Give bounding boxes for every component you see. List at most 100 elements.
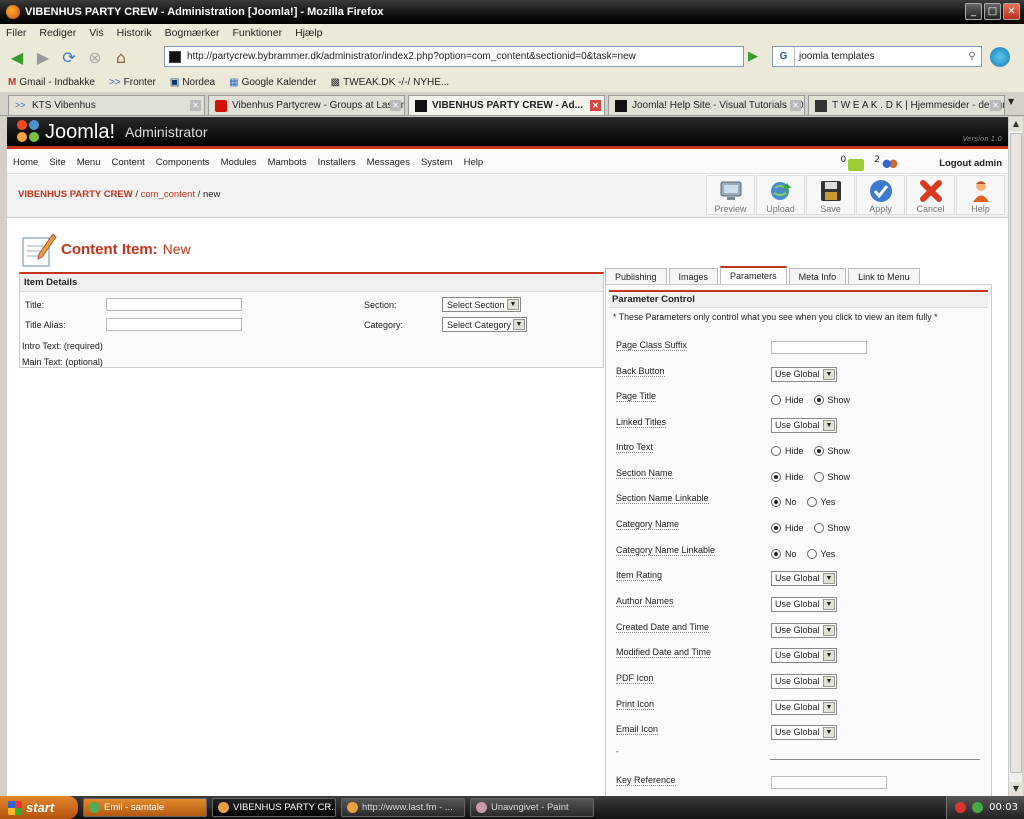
created-date-select[interactable]: Use Global ▼ bbox=[771, 623, 837, 638]
forward-arrow-icon[interactable]: ▶ bbox=[32, 46, 54, 68]
bookmark-google-calendar[interactable]: ▦ Google Kalender bbox=[229, 77, 317, 88]
modified-date-select[interactable]: Use Global ▼ bbox=[771, 648, 837, 663]
category-name-hide-radio[interactable] bbox=[771, 523, 781, 533]
page-title-hide-radio[interactable] bbox=[771, 395, 781, 405]
intro-text-show-radio[interactable] bbox=[813, 446, 824, 456]
menu-view[interactable]: Vis bbox=[89, 27, 103, 39]
bookmark-gmail[interactable]: M Gmail - Indbakke bbox=[8, 77, 95, 88]
help-button[interactable]: Help bbox=[956, 175, 1005, 215]
tab-joomla-help[interactable]: Joomla! Help Site - Visual Tutorials 1.0… bbox=[608, 95, 805, 115]
section-linkable-no-radio[interactable] bbox=[771, 497, 781, 507]
menu-edit[interactable]: Rediger bbox=[39, 27, 76, 39]
key-reference-input[interactable] bbox=[771, 776, 887, 789]
close-tab-icon[interactable]: ✕ bbox=[990, 100, 1001, 111]
tab-parameters[interactable]: Parameters bbox=[720, 266, 787, 284]
jmenu-home[interactable]: Home bbox=[13, 157, 38, 168]
scroll-down-icon[interactable]: ▼ bbox=[1009, 782, 1023, 796]
apply-button[interactable]: Apply bbox=[856, 175, 905, 215]
menu-help[interactable]: Hjælp bbox=[295, 27, 322, 39]
cancel-button[interactable]: Cancel bbox=[906, 175, 955, 215]
upload-button[interactable]: Upload bbox=[756, 175, 805, 215]
jmenu-help[interactable]: Help bbox=[464, 157, 484, 168]
bookmark-nordea[interactable]: ▣ Nordea bbox=[170, 77, 215, 88]
item-rating-select[interactable]: Use Global ▼ bbox=[771, 571, 837, 586]
scroll-up-icon[interactable]: ▲ bbox=[1009, 117, 1023, 131]
minimize-button[interactable]: _ bbox=[965, 3, 982, 20]
tab-kts-vibenhus[interactable]: >> KTS Vibenhus ✕ bbox=[8, 95, 205, 115]
linked-titles-select[interactable]: Use Global ▼ bbox=[771, 418, 837, 433]
title-input[interactable] bbox=[106, 298, 242, 311]
author-names-select[interactable]: Use Global ▼ bbox=[771, 597, 837, 612]
section-name-hide-radio[interactable] bbox=[771, 472, 781, 482]
category-linkable-yes-radio[interactable] bbox=[806, 549, 817, 559]
breadcrumb-component[interactable]: com_content bbox=[141, 189, 195, 200]
vertical-scrollbar[interactable]: ▲ ▼ bbox=[1008, 117, 1023, 796]
skype-icon[interactable] bbox=[990, 47, 1010, 67]
tab-lastfm[interactable]: Vibenhus Partycrew - Groups at Last.fm ✕ bbox=[208, 95, 405, 115]
page-title-show-radio[interactable] bbox=[813, 395, 824, 405]
back-button-select[interactable]: Use Global ▼ bbox=[771, 367, 837, 382]
tab-publishing[interactable]: Publishing bbox=[605, 268, 667, 284]
breadcrumb-site[interactable]: VIBENHUS PARTY CREW bbox=[18, 189, 133, 200]
print-icon-select[interactable]: Use Global ▼ bbox=[771, 700, 837, 715]
taskbar-item-emil[interactable]: Emil - samtale bbox=[83, 798, 207, 817]
jmenu-messages[interactable]: Messages bbox=[367, 157, 410, 168]
tab-meta-info[interactable]: Meta Info bbox=[788, 268, 847, 284]
start-button[interactable]: start bbox=[0, 796, 78, 819]
menu-history[interactable]: Historik bbox=[117, 27, 152, 39]
tab-list-icon[interactable]: ▼ bbox=[1008, 97, 1014, 106]
menu-bookmarks[interactable]: Bogmærker bbox=[165, 27, 220, 39]
jmenu-modules[interactable]: Modules bbox=[221, 157, 257, 168]
messages-status[interactable]: 0 bbox=[841, 155, 865, 171]
search-input[interactable]: joomla templates bbox=[795, 51, 963, 62]
jmenu-mambots[interactable]: Mambots bbox=[268, 157, 307, 168]
intro-text-hide-radio[interactable] bbox=[771, 446, 781, 456]
jmenu-system[interactable]: System bbox=[421, 157, 453, 168]
go-arrow-icon[interactable]: ▶ bbox=[748, 49, 758, 64]
magnifier-icon[interactable]: ⚲ bbox=[963, 51, 981, 62]
pdf-icon-select[interactable]: Use Global ▼ bbox=[771, 674, 837, 689]
maximize-button[interactable]: □ bbox=[984, 3, 1001, 20]
preview-button[interactable]: Preview bbox=[706, 175, 755, 215]
reload-icon[interactable]: ⟳ bbox=[58, 46, 80, 68]
section-name-show-radio[interactable] bbox=[813, 472, 824, 482]
close-window-button[interactable]: ✕ bbox=[1003, 3, 1020, 20]
search-bar[interactable]: G joomla templates ⚲ bbox=[772, 46, 982, 67]
close-tab-icon[interactable]: ✕ bbox=[790, 100, 801, 111]
jmenu-menu[interactable]: Menu bbox=[77, 157, 101, 168]
category-name-show-radio[interactable] bbox=[813, 523, 824, 533]
messenger-icon[interactable] bbox=[972, 802, 984, 813]
close-tab-icon[interactable]: ✕ bbox=[190, 100, 201, 111]
scroll-thumb[interactable] bbox=[1010, 133, 1022, 773]
jmenu-site[interactable]: Site bbox=[49, 157, 65, 168]
home-icon[interactable]: ⌂ bbox=[110, 46, 132, 68]
page-class-suffix-input[interactable] bbox=[771, 341, 867, 354]
email-icon-select[interactable]: Use Global ▼ bbox=[771, 725, 837, 740]
save-button[interactable]: Save bbox=[806, 175, 855, 215]
jmenu-installers[interactable]: Installers bbox=[318, 157, 356, 168]
tab-tweak[interactable]: T W E A K . D K | Hjemmesider - design..… bbox=[808, 95, 1005, 115]
section-linkable-yes-radio[interactable] bbox=[806, 497, 817, 507]
back-arrow-icon[interactable]: ◀ bbox=[6, 46, 28, 68]
stop-icon[interactable]: ⊗ bbox=[84, 46, 106, 68]
title-alias-input[interactable] bbox=[106, 318, 242, 331]
taskbar-item-lastfm[interactable]: http://www.last.fm - ... bbox=[341, 798, 465, 817]
tab-vibenhus-admin[interactable]: VIBENHUS PARTY CREW - Ad... ✕ bbox=[408, 95, 605, 115]
menu-file[interactable]: Filer bbox=[6, 27, 26, 39]
category-select[interactable]: Select Category ▼ bbox=[442, 317, 527, 332]
url-bar[interactable]: http://partycrew.bybrammer.dk/administra… bbox=[164, 46, 744, 67]
jmenu-content[interactable]: Content bbox=[111, 157, 144, 168]
category-linkable-no-radio[interactable] bbox=[771, 549, 781, 559]
jmenu-components[interactable]: Components bbox=[156, 157, 210, 168]
antivirus-icon[interactable] bbox=[955, 802, 967, 813]
search-engine-icon[interactable]: G bbox=[773, 47, 795, 66]
url-text[interactable]: http://partycrew.bybrammer.dk/administra… bbox=[187, 51, 636, 62]
bookmark-tweak[interactable]: ▩ TWEAK.DK -/-/ NYHE... bbox=[331, 77, 450, 88]
tab-images[interactable]: Images bbox=[668, 268, 719, 284]
close-tab-icon[interactable]: ✕ bbox=[590, 100, 601, 111]
taskbar-item-firefox-vibenhus[interactable]: VIBENHUS PARTY CR... bbox=[212, 798, 336, 817]
users-status[interactable]: 2 bbox=[874, 155, 898, 171]
logout-link[interactable]: Logout admin bbox=[939, 158, 1002, 169]
window-titlebar[interactable]: VIBENHUS PARTY CREW - Administration [Jo… bbox=[0, 0, 1024, 24]
bookmark-fronter[interactable]: >> Fronter bbox=[109, 77, 156, 88]
